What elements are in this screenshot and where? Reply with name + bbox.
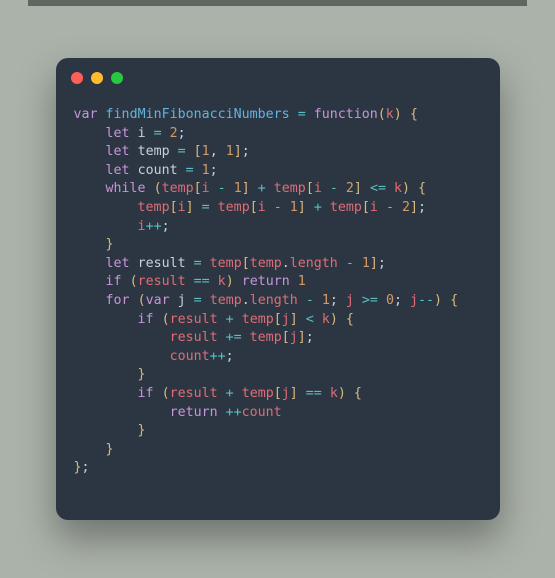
code-block: var findMinFibonacciNumbers = function(k… bbox=[74, 106, 490, 478]
code-window: var findMinFibonacciNumbers = function(k… bbox=[56, 58, 500, 520]
window-traffic-lights bbox=[71, 72, 123, 84]
page-top-bar bbox=[28, 0, 527, 6]
close-icon[interactable] bbox=[71, 72, 83, 84]
maximize-icon[interactable] bbox=[111, 72, 123, 84]
minimize-icon[interactable] bbox=[91, 72, 103, 84]
